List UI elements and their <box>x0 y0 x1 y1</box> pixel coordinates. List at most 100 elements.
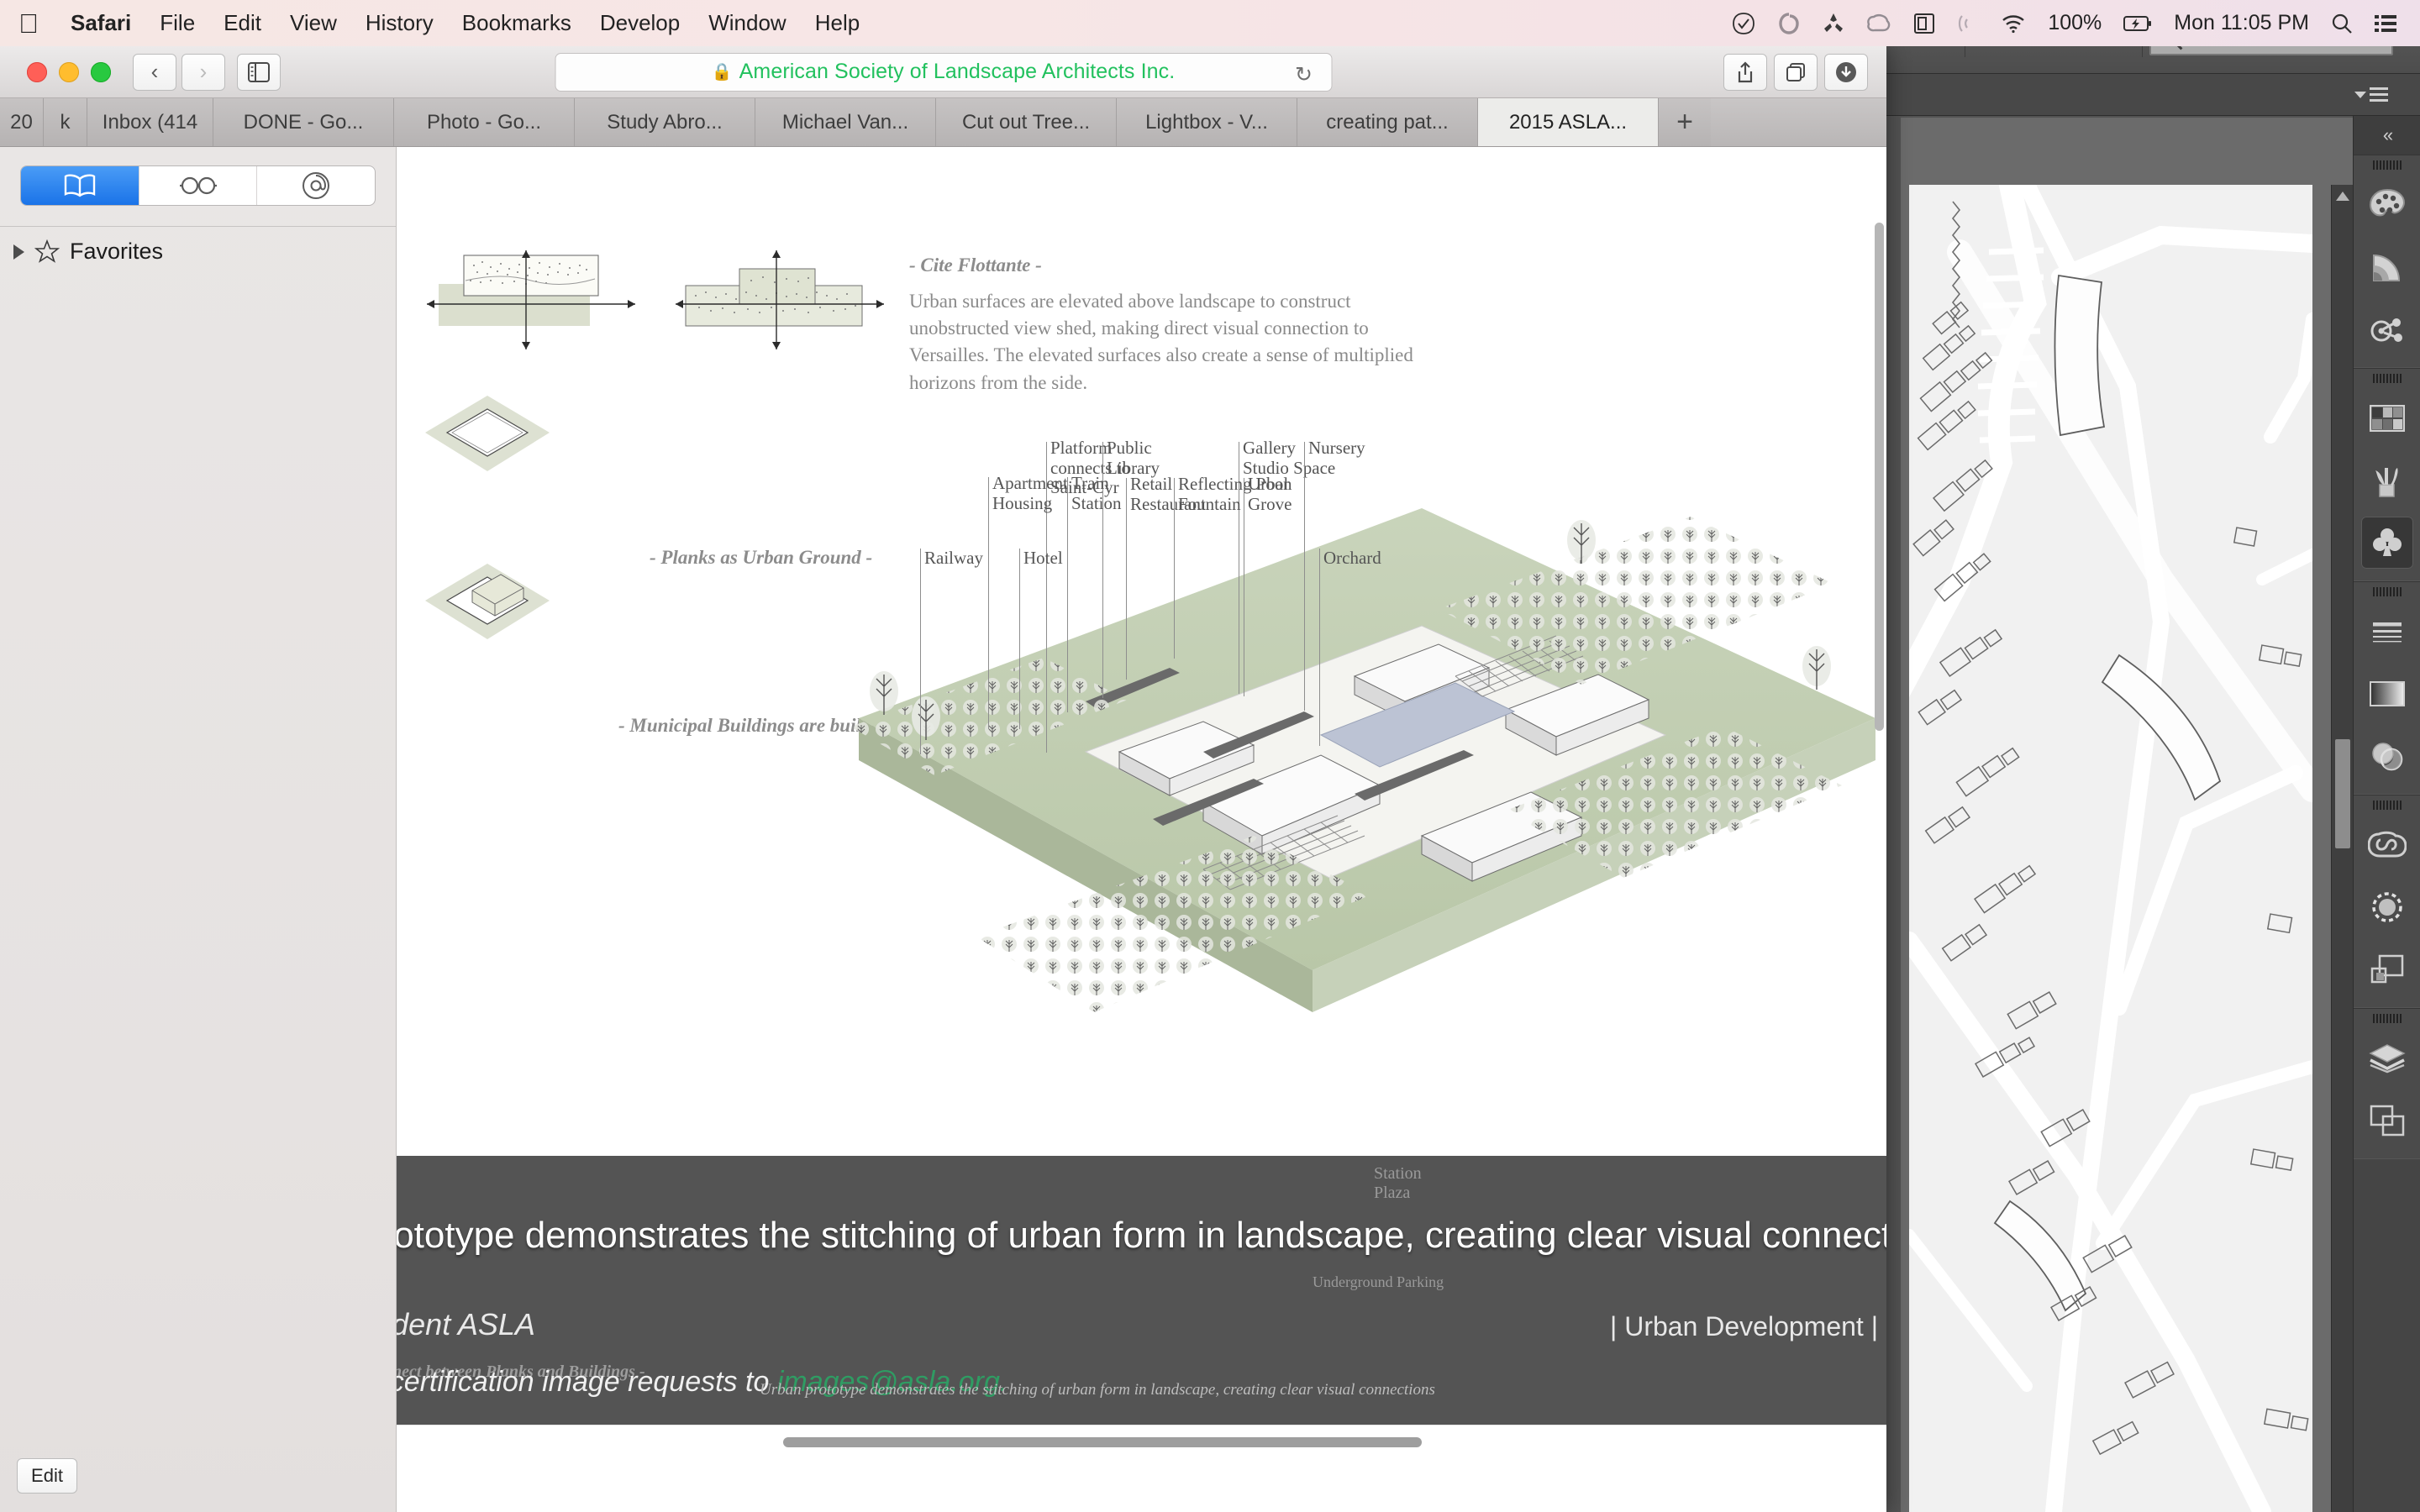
new-tab-button[interactable]: + <box>1659 98 1711 146</box>
overlay-subtitle: 2015 Student ASLA <box>397 1307 535 1341</box>
panel-group-cc <box>2354 795 2420 1008</box>
tabs-icon[interactable] <box>1774 53 1818 91</box>
browser-tab[interactable]: Photo - Go... <box>394 98 575 146</box>
back-button[interactable]: ‹ <box>133 53 176 91</box>
layers-icon[interactable] <box>2354 1027 2420 1089</box>
reload-button[interactable]: ↻ <box>1295 62 1313 87</box>
battery-charging-icon[interactable] <box>2123 15 2152 32</box>
axonometric-label: Train Station <box>1071 473 1122 513</box>
browser-tab[interactable]: k <box>44 98 87 146</box>
appearance-icon[interactable] <box>2354 876 2420 938</box>
panel-grip[interactable] <box>2354 795 2420 814</box>
menu-develop[interactable]: Develop <box>600 10 680 36</box>
menu-help[interactable]: Help <box>815 10 860 36</box>
graphic-styles-icon[interactable] <box>2354 938 2420 1000</box>
minimize-button[interactable] <box>59 61 79 82</box>
sidebar-icon[interactable] <box>237 53 281 91</box>
scrollbar-thumb[interactable] <box>783 1437 1422 1447</box>
color-guide-icon[interactable] <box>2354 236 2420 298</box>
zoom-button[interactable] <box>91 61 111 82</box>
share-icon[interactable] <box>1723 53 1767 91</box>
safari-toolbar: ‹ › 🔒 American Society of Landscape Arch… <box>0 46 1886 98</box>
axonometric-label: Orchard <box>1323 548 1381 568</box>
battery-percentage: 100% <box>2048 11 2102 34</box>
panel-grip[interactable] <box>2354 369 2420 387</box>
forward-button[interactable]: › <box>182 53 225 91</box>
adobe-canvas[interactable] <box>1901 118 2353 1512</box>
cloud-icon[interactable] <box>1866 13 1891 34</box>
close-button[interactable] <box>27 61 47 82</box>
label-leader-line <box>1319 549 1320 746</box>
search-icon[interactable] <box>2331 13 2353 34</box>
page-horizontal-scrollbar[interactable] <box>397 1425 1886 1462</box>
axonometric-label: Public Library <box>1107 438 1160 478</box>
color-palette-icon[interactable] <box>2354 174 2420 236</box>
window-traffic-lights[interactable] <box>27 61 111 82</box>
menu-bar-clock[interactable]: Mon 11:05 PM <box>2174 11 2309 35</box>
browser-tab[interactable]: DONE - Go... <box>213 98 394 146</box>
scrollbar-thumb[interactable] <box>2335 739 2350 848</box>
artboards-icon[interactable] <box>2354 1089 2420 1152</box>
airdrop-icon[interactable] <box>1957 13 1979 34</box>
overlay-note-prefix: Direct all certification image requests … <box>397 1366 770 1398</box>
browser-tab[interactable]: creating pat... <box>1297 98 1478 146</box>
wifi-icon[interactable] <box>2001 13 2026 34</box>
creative-cloud-icon[interactable] <box>2354 814 2420 876</box>
web-page-content[interactable]: - Cite Flottante - Urban surfaces are el… <box>397 147 1886 1512</box>
stroke-icon[interactable] <box>2354 601 2420 663</box>
browser-tab[interactable]: Study Abro... <box>575 98 755 146</box>
menu-bar-status-items: 100% Mon 11:05 PM <box>1732 11 2402 35</box>
google-drive-icon[interactable] <box>1823 12 1844 35</box>
transparency-icon[interactable] <box>2354 725 2420 787</box>
menu-window[interactable]: Window <box>708 10 786 36</box>
sidebar-item-bookmarks[interactable] <box>21 166 139 205</box>
panel-grip[interactable] <box>2354 582 2420 601</box>
disclosure-triangle-icon[interactable] <box>13 244 24 260</box>
overlay-small-caption: Urban prototype demonstrates the stitchi… <box>760 1381 1435 1399</box>
brushes-icon[interactable] <box>2354 449 2420 512</box>
axonometric-label: Railway <box>924 548 983 568</box>
menu-view[interactable]: View <box>290 10 337 36</box>
sidebar-segmented-control <box>20 165 376 206</box>
browser-tab[interactable]: 20 <box>0 98 44 146</box>
browser-tab[interactable]: Michael Van... <box>755 98 936 146</box>
menu-safari[interactable]: Safari <box>71 10 131 36</box>
site-title: American Society of Landscape Architects… <box>739 60 1176 83</box>
edit-button[interactable]: Edit <box>17 1458 77 1494</box>
sidebar-favorites-row[interactable]: Favorites <box>0 227 396 276</box>
browser-tab[interactable]: Cut out Tree... <box>936 98 1117 146</box>
swatches-icon[interactable] <box>2354 387 2420 449</box>
apple-logo-icon[interactable]:  <box>18 10 39 37</box>
menu-bookmarks[interactable]: Bookmarks <box>462 10 571 36</box>
menu-file[interactable]: File <box>160 10 195 36</box>
label-leader-line <box>1304 442 1305 711</box>
canvas-vertical-scrollbar[interactable] <box>2331 185 2353 1512</box>
checkbox-icon[interactable] <box>1732 12 1755 35</box>
download-icon[interactable] <box>1824 53 1868 91</box>
panel-grip[interactable] <box>2354 1009 2420 1027</box>
list-icon[interactable] <box>2375 14 2396 33</box>
star-icon <box>34 239 60 263</box>
label-leader-line <box>1174 478 1175 659</box>
panel-grip[interactable] <box>2354 155 2420 174</box>
recolor-artwork-icon[interactable] <box>2354 298 2420 360</box>
safari-sidebar: Favorites Edit <box>0 147 397 1512</box>
double-chevron-left-icon[interactable]: « <box>2354 116 2420 155</box>
label-leader-line <box>1126 478 1127 680</box>
browser-tab[interactable]: Lightbox - V... <box>1117 98 1297 146</box>
browser-tab[interactable]: Inbox (414 <box>87 98 213 146</box>
dropbox-icon[interactable] <box>1777 12 1801 35</box>
page-vertical-scrollbar[interactable] <box>1873 147 1886 1462</box>
symbols-icon[interactable] <box>2354 512 2420 574</box>
sidebar-item-reading-list[interactable] <box>139 166 258 205</box>
panel-menu-icon[interactable] <box>2354 87 2388 102</box>
scroll-up-arrow-icon[interactable] <box>2336 192 2349 201</box>
menu-history[interactable]: History <box>366 10 434 36</box>
browser-tab[interactable]: 2015 ASLA... <box>1478 98 1659 146</box>
sidebar-item-shared-links[interactable] <box>257 166 375 205</box>
scrollbar-thumb[interactable] <box>1875 223 1884 731</box>
address-bar[interactable]: 🔒 American Society of Landscape Architec… <box>555 52 1332 92</box>
gradient-icon[interactable] <box>2354 663 2420 725</box>
menu-edit[interactable]: Edit <box>224 10 261 36</box>
display-icon[interactable] <box>1913 13 1935 34</box>
